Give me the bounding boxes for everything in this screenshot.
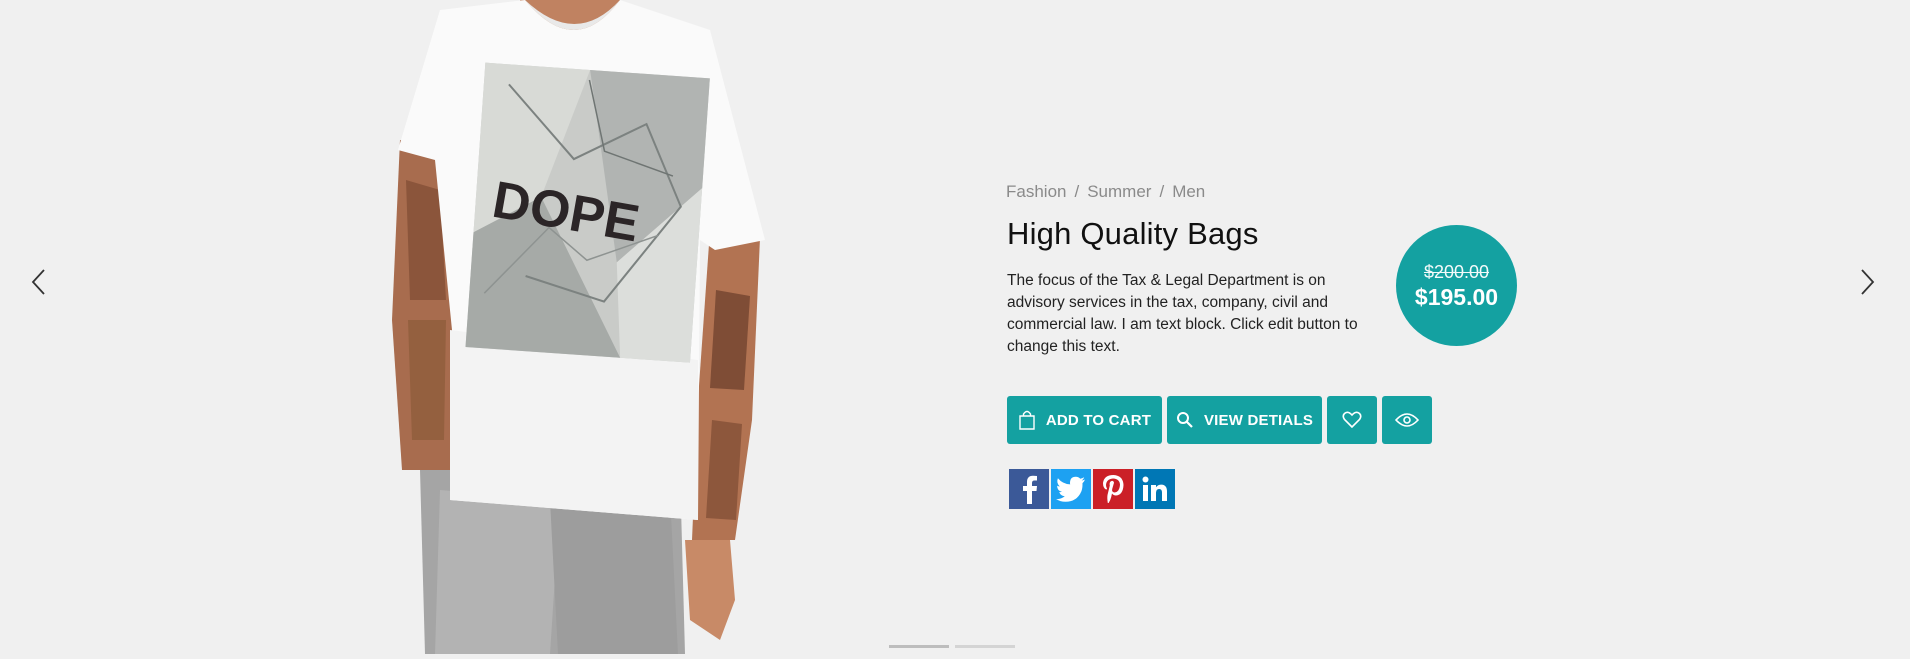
shopping-bag-icon bbox=[1019, 410, 1035, 430]
quick-view-button[interactable] bbox=[1382, 396, 1432, 444]
product-image: DOPE bbox=[380, 0, 800, 654]
price-badge: $200.00 $195.00 bbox=[1396, 225, 1517, 346]
chevron-left-icon bbox=[31, 269, 45, 295]
breadcrumb: Fashion / Summer / Men bbox=[1006, 182, 1386, 202]
pinterest-share-button[interactable] bbox=[1093, 469, 1133, 509]
heart-icon bbox=[1342, 411, 1362, 429]
sale-price: $195.00 bbox=[1414, 283, 1499, 310]
breadcrumb-separator: / bbox=[1074, 182, 1080, 201]
breadcrumb-item-men[interactable]: Men bbox=[1172, 182, 1205, 202]
product-actions: ADD TO CART VIEW DETIALS bbox=[1007, 396, 1432, 444]
next-slide-button[interactable] bbox=[1848, 268, 1888, 304]
product-description: The focus of the Tax & Legal Department … bbox=[1007, 272, 1358, 355]
facebook-share-button[interactable] bbox=[1009, 469, 1049, 509]
add-to-cart-label: ADD TO CART bbox=[1045, 411, 1152, 429]
breadcrumb-separator: / bbox=[1159, 182, 1165, 201]
product-title: High Quality Bags bbox=[1007, 216, 1259, 251]
product-info: Fashion / Summer / Men High Quality Bags… bbox=[1006, 182, 1386, 358]
view-details-label: VIEW DETIALS bbox=[1203, 411, 1314, 429]
old-price: $200.00 bbox=[1423, 261, 1490, 282]
facebook-icon bbox=[1023, 475, 1037, 504]
product-slider: DOPE Fashion / Summer / Men High Quality… bbox=[0, 0, 1910, 654]
linkedin-share-button[interactable] bbox=[1135, 469, 1175, 509]
search-icon bbox=[1176, 412, 1193, 428]
linkedin-icon bbox=[1142, 476, 1167, 501]
pinterest-icon bbox=[1103, 475, 1124, 503]
add-to-cart-button[interactable]: ADD TO CART bbox=[1007, 396, 1162, 444]
breadcrumb-item-summer[interactable]: Summer bbox=[1087, 182, 1151, 202]
view-details-button[interactable]: VIEW DETIALS bbox=[1167, 396, 1322, 444]
slide-indicator-2[interactable] bbox=[955, 645, 1015, 648]
breadcrumb-item-fashion[interactable]: Fashion bbox=[1006, 182, 1066, 202]
chevron-right-icon bbox=[1861, 269, 1875, 295]
twitter-icon bbox=[1056, 476, 1085, 502]
slide-indicator-1[interactable] bbox=[889, 645, 949, 648]
eye-icon bbox=[1395, 413, 1419, 427]
prev-slide-button[interactable] bbox=[18, 268, 58, 304]
twitter-share-button[interactable] bbox=[1051, 469, 1091, 509]
wishlist-button[interactable] bbox=[1327, 396, 1377, 444]
slider-pagination bbox=[889, 645, 1015, 648]
social-share bbox=[1009, 469, 1175, 509]
